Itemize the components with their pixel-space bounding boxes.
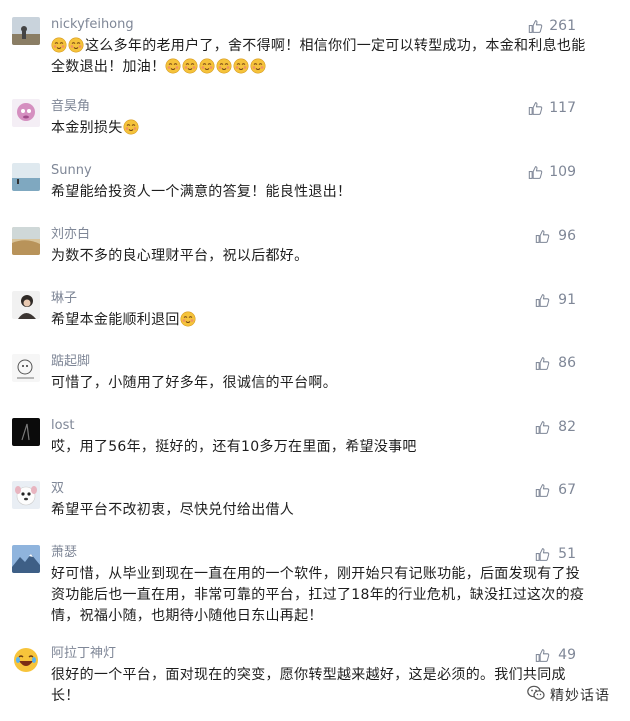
comment-text: 希望本金能顺利退回: [51, 312, 180, 328]
smiling-face-emoji-icon: [182, 58, 198, 74]
sea-avatar-icon[interactable]: [12, 163, 40, 191]
comment-text: 哎，用了56年，挺好的，还有10多万在里面，希望没事吧: [51, 439, 417, 455]
thumbs-up-icon[interactable]: [535, 229, 550, 244]
thumbs-up-icon[interactable]: [535, 293, 550, 308]
smiling-face-emoji-icon: [123, 119, 139, 135]
comment-text: 可惜了，小随用了好多年，很诚信的平台啊。: [51, 375, 337, 391]
person-avatar-icon[interactable]: [12, 291, 40, 319]
smiling-face-emoji-icon: [51, 37, 67, 53]
like-button[interactable]: 49: [535, 646, 576, 664]
comment-nickname[interactable]: Sunny: [51, 163, 92, 179]
smiling-face-emoji-icon: [250, 58, 266, 74]
like-button[interactable]: 91: [535, 291, 576, 309]
like-count: 91: [558, 292, 576, 308]
watermark: 精妙话语: [527, 685, 610, 705]
like-count: 109: [549, 164, 576, 180]
comment-list: nickyfeihong 261 这么多年的老用户了，舍不得啊！相信你们一定可以转型…: [0, 0, 630, 721]
comment-content: 哎，用了56年，挺好的，还有10多万在里面，希望没事吧: [51, 437, 591, 458]
thumbs-up-icon[interactable]: [535, 483, 550, 498]
comment-text: 好可惜，从毕业到现在一直在用的一个软件，刚开始只有记账功能，后面发现有了投资功能…: [51, 566, 585, 624]
comment-nickname[interactable]: 琳子: [51, 291, 77, 307]
comment-content: 希望能给投资人一个满意的答复！能良性退出！: [51, 182, 591, 203]
comment-text: 很好的一个平台，面对现在的突变，愿你转型越来越好，这是必须的。我们共同成长！: [51, 667, 566, 704]
comment-text: 为数不多的良心理财平台，祝以后都好。: [51, 248, 309, 264]
thumbs-up-icon[interactable]: [528, 165, 543, 180]
like-button[interactable]: 117: [528, 99, 576, 117]
thumbs-up-icon[interactable]: [535, 648, 550, 663]
cartoon-avatar-icon[interactable]: [12, 99, 40, 127]
like-count: 49: [558, 647, 576, 663]
comment-content: 本金别损失: [51, 118, 591, 139]
comment-content: 很好的一个平台，面对现在的突变，愿你转型越来越好，这是必须的。我们共同成长！: [51, 665, 591, 707]
comment-nickname[interactable]: 阿拉丁神灯: [51, 646, 116, 662]
like-button[interactable]: 82: [535, 418, 576, 436]
smiling-face-emoji-icon: [165, 58, 181, 74]
like-button[interactable]: 67: [535, 481, 576, 499]
comment-content: 为数不多的良心理财平台，祝以后都好。: [51, 246, 591, 267]
dark-avatar-icon[interactable]: [12, 418, 40, 446]
comment-nickname[interactable]: lost: [51, 418, 74, 434]
like-count: 51: [558, 546, 576, 562]
thumbs-up-icon[interactable]: [528, 19, 543, 34]
smiling-face-emoji-icon: [68, 37, 84, 53]
like-count: 96: [558, 228, 576, 244]
like-count: 67: [558, 482, 576, 498]
comment-nickname[interactable]: nickyfeihong: [51, 17, 134, 33]
smiling-face-emoji-icon: [216, 58, 232, 74]
laughing-avatar-icon[interactable]: [12, 646, 40, 674]
thumbs-up-icon[interactable]: [535, 420, 550, 435]
thumbs-up-icon[interactable]: [528, 101, 543, 116]
comment-nickname[interactable]: 音昊角: [51, 99, 90, 115]
comment-content: 好可惜，从毕业到现在一直在用的一个软件，刚开始只有记账功能，后面发现有了投资功能…: [51, 564, 591, 627]
like-count: 86: [558, 355, 576, 371]
comment-nickname[interactable]: 萧瑟: [51, 545, 77, 561]
landscape-avatar-icon[interactable]: [12, 17, 40, 45]
comment-text: 本金别损失: [51, 120, 123, 136]
smiling-face-emoji-icon: [233, 58, 249, 74]
like-count: 117: [549, 100, 576, 116]
thumbs-up-icon[interactable]: [535, 547, 550, 562]
watermark-label: 精妙话语: [550, 688, 610, 704]
thumbs-up-icon[interactable]: [535, 356, 550, 371]
wechat-icon: [527, 685, 550, 705]
comment-content: 这么多年的老用户了，舍不得啊！相信你们一定可以转型成功，本金和利息也能全数退出！…: [51, 36, 591, 78]
comment-nickname[interactable]: 双: [51, 481, 64, 497]
desert-avatar-icon[interactable]: [12, 227, 40, 255]
like-button[interactable]: 86: [535, 354, 576, 372]
comment-content: 希望本金能顺利退回: [51, 310, 591, 331]
like-button[interactable]: 51: [535, 545, 576, 563]
like-button[interactable]: 96: [535, 227, 576, 245]
like-button[interactable]: 261: [528, 17, 576, 35]
comment-text: 这么多年的老用户了，舍不得啊！相信你们一定可以转型成功，本金和利息也能全数退出！…: [51, 38, 586, 75]
mountain-avatar-icon[interactable]: [12, 545, 40, 573]
comment-text: 希望平台不改初衷，尽快兑付给出借人: [51, 502, 295, 518]
smiling-face-emoji-icon: [199, 58, 215, 74]
comment-nickname[interactable]: 踮起脚: [51, 354, 90, 370]
comment-nickname[interactable]: 刘亦白: [51, 227, 90, 243]
like-button[interactable]: 109: [528, 163, 576, 181]
like-count: 82: [558, 419, 576, 435]
like-count: 261: [549, 18, 576, 34]
dog-avatar-icon[interactable]: [12, 481, 40, 509]
comment-text: 希望能给投资人一个满意的答复！能良性退出！: [51, 184, 352, 200]
comment-content: 可惜了，小随用了好多年，很诚信的平台啊。: [51, 373, 591, 394]
smiling-face-emoji-icon: [180, 311, 196, 327]
sketch-avatar-icon[interactable]: [12, 354, 40, 382]
comment-content: 希望平台不改初衷，尽快兑付给出借人: [51, 500, 591, 521]
